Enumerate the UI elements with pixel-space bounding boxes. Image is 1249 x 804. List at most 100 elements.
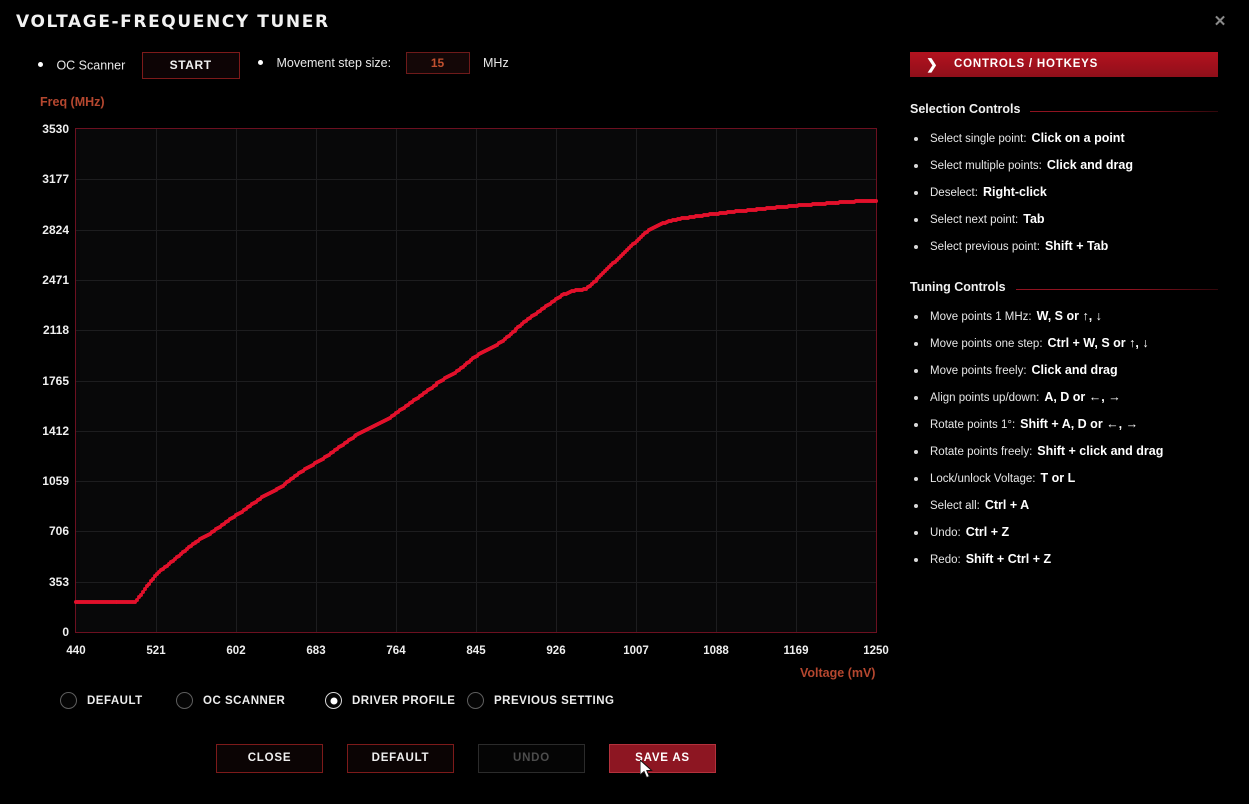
y-axis-tick-label: 1412 bbox=[13, 424, 69, 438]
bullet-icon bbox=[258, 60, 263, 65]
hotkey-keys: Click and drag bbox=[1032, 363, 1118, 377]
hotkey-list: Select single point:Click on a point Sele… bbox=[910, 131, 1218, 255]
hotkey-list-item: Select multiple points: Click and drag bbox=[910, 158, 1218, 174]
hotkey-keys: Right-click bbox=[983, 185, 1047, 199]
hotkey-action-label: Select multiple points: bbox=[930, 160, 1042, 172]
radio-circle-icon bbox=[467, 692, 484, 709]
bullet-icon bbox=[914, 137, 918, 141]
bullet-icon bbox=[914, 191, 918, 195]
gridline-vertical bbox=[396, 129, 397, 632]
x-axis-tick-label: 1007 bbox=[606, 645, 666, 657]
hotkey-list-item: Redo: Shift + Ctrl + Z bbox=[910, 552, 1218, 568]
curve-point[interactable] bbox=[874, 199, 878, 203]
hotkey-keys: Tab bbox=[1023, 212, 1044, 226]
profile-radio-label: DEFAULT bbox=[87, 695, 143, 707]
section-title-text: Tuning Controls bbox=[910, 280, 1016, 294]
hotkey-keys: Ctrl + A bbox=[985, 498, 1029, 512]
hotkey-action-label: Move points one step: bbox=[930, 338, 1043, 350]
controls-hotkeys-panel: ❯ CONTROLS / HOTKEYS Selection Controls S… bbox=[910, 52, 1218, 579]
y-axis-tick-label: 2824 bbox=[13, 223, 69, 237]
bullet-icon bbox=[914, 315, 918, 319]
radio-circle-icon bbox=[325, 692, 342, 709]
hotkey-keys: Ctrl + W, S or ↑, ↓ bbox=[1048, 336, 1149, 350]
x-axis-tick-label: 602 bbox=[206, 645, 266, 657]
action-button-bar: CLOSEDEFAULTUNDOSAVE AS bbox=[216, 744, 716, 773]
oc-scanner-label: OC Scanner bbox=[56, 59, 125, 73]
hotkey-action-label: Rotate points freely: bbox=[930, 446, 1032, 458]
hotkey-list-item: Select next point: Tab bbox=[910, 212, 1218, 228]
hotkey-action-label: Select next point: bbox=[930, 214, 1018, 226]
section-title-text: Selection Controls bbox=[910, 102, 1030, 116]
close-icon[interactable]: ✕ bbox=[1209, 10, 1231, 32]
profile-radio-oc-scanner[interactable]: OC SCANNER bbox=[176, 692, 285, 714]
controls-hotkeys-header[interactable]: ❯ CONTROLS / HOTKEYS bbox=[910, 52, 1218, 77]
profile-radio-default[interactable]: DEFAULT bbox=[60, 692, 143, 714]
gridline-vertical bbox=[716, 129, 717, 632]
bullet-icon bbox=[914, 423, 918, 427]
hotkey-action-label: Move points 1 MHz: bbox=[930, 311, 1032, 323]
start-button[interactable]: START bbox=[142, 52, 240, 79]
hotkey-list: Move points 1 MHz:W, S or ↑, ↓Move point… bbox=[910, 309, 1218, 568]
y-axis-tick-label: 706 bbox=[13, 524, 69, 538]
bullet-icon bbox=[914, 558, 918, 562]
y-axis-tick-label: 2118 bbox=[13, 323, 69, 337]
gridline-vertical bbox=[316, 129, 317, 632]
profile-radio-driver-profile[interactable]: DRIVER PROFILE bbox=[325, 692, 455, 714]
y-axis-title: Freq (MHz) bbox=[40, 95, 105, 109]
gridline-vertical bbox=[156, 129, 157, 632]
bullet-icon bbox=[914, 450, 918, 454]
section-title: Tuning Controls bbox=[910, 280, 1218, 298]
y-axis-tick-label: 1059 bbox=[13, 474, 69, 488]
profile-radio-previous-setting[interactable]: PREVIOUS SETTING bbox=[467, 692, 614, 714]
controls-hotkeys-title: CONTROLS / HOTKEYS bbox=[954, 58, 1098, 70]
hotkey-keys: Shift + Ctrl + Z bbox=[966, 552, 1051, 566]
bullet-icon bbox=[914, 245, 918, 249]
y-axis-tick-label: 3177 bbox=[13, 172, 69, 186]
top-controls-row: OC Scanner START Movement step size: 15 … bbox=[0, 52, 900, 80]
page-title: VOLTAGE-FREQUENCY TUNER bbox=[16, 12, 330, 32]
oc-scanner-group: OC Scanner START bbox=[38, 52, 240, 79]
hotkey-action-label: Redo: bbox=[930, 554, 961, 566]
hotkey-keys: T or L bbox=[1041, 471, 1076, 485]
voltage-frequency-tuner-window: VOLTAGE-FREQUENCY TUNER ✕ OC Scanner STA… bbox=[0, 0, 1249, 804]
radio-circle-icon bbox=[176, 692, 193, 709]
hotkey-action-label: Lock/unlock Voltage: bbox=[930, 473, 1036, 485]
hotkey-keys: Click and drag bbox=[1047, 158, 1133, 172]
hotkey-keys: Click on a point bbox=[1032, 131, 1125, 145]
y-axis-tick-label: 353 bbox=[13, 575, 69, 589]
x-axis-tick-label: 1250 bbox=[846, 645, 906, 657]
bullet-icon bbox=[38, 62, 43, 67]
movement-step-size-unit: MHz bbox=[483, 56, 509, 70]
gridline-vertical bbox=[236, 129, 237, 632]
profile-radio-label: OC SCANNER bbox=[203, 695, 285, 707]
x-axis-tick-label: 521 bbox=[126, 645, 186, 657]
x-axis-tick-label: 1169 bbox=[766, 645, 826, 657]
gridline-vertical bbox=[556, 129, 557, 632]
hotkey-list-item: Move points freely:Click and drag bbox=[910, 363, 1218, 379]
bullet-icon bbox=[914, 164, 918, 168]
hotkey-action-label: Align points up/down: bbox=[930, 392, 1039, 404]
hotkey-list-item: Rotate points 1°:Shift + A, D or ←, → bbox=[910, 417, 1218, 433]
bullet-icon bbox=[914, 504, 918, 508]
bullet-icon bbox=[914, 369, 918, 373]
x-axis-tick-label: 683 bbox=[286, 645, 346, 657]
hotkey-action-label: Select previous point: bbox=[930, 241, 1040, 253]
hotkey-list-item: Select all:Ctrl + A bbox=[910, 498, 1218, 514]
x-axis-tick-label: 845 bbox=[446, 645, 506, 657]
movement-step-size-group: Movement step size: 15 MHz bbox=[258, 52, 509, 74]
hotkey-list-item: Select single point:Click on a point bbox=[910, 131, 1218, 147]
hotkey-action-label: Deselect: bbox=[930, 187, 978, 199]
hotkey-keys: A, D or ←, → bbox=[1044, 390, 1120, 404]
movement-step-size-input[interactable]: 15 bbox=[406, 52, 470, 74]
y-axis-tick-label: 2471 bbox=[13, 273, 69, 287]
bullet-icon bbox=[914, 218, 918, 222]
y-axis-tick-label: 1765 bbox=[13, 374, 69, 388]
close-button[interactable]: CLOSE bbox=[216, 744, 323, 773]
gridline-vertical bbox=[476, 129, 477, 632]
x-axis-tick-label: 764 bbox=[366, 645, 426, 657]
vf-curve-plot[interactable] bbox=[75, 128, 877, 633]
x-axis-tick-label: 1088 bbox=[686, 645, 746, 657]
save-as-button[interactable]: SAVE AS bbox=[609, 744, 716, 773]
default-button[interactable]: DEFAULT bbox=[347, 744, 454, 773]
hotkey-list-item: Align points up/down: A, D or ←, → bbox=[910, 390, 1218, 406]
